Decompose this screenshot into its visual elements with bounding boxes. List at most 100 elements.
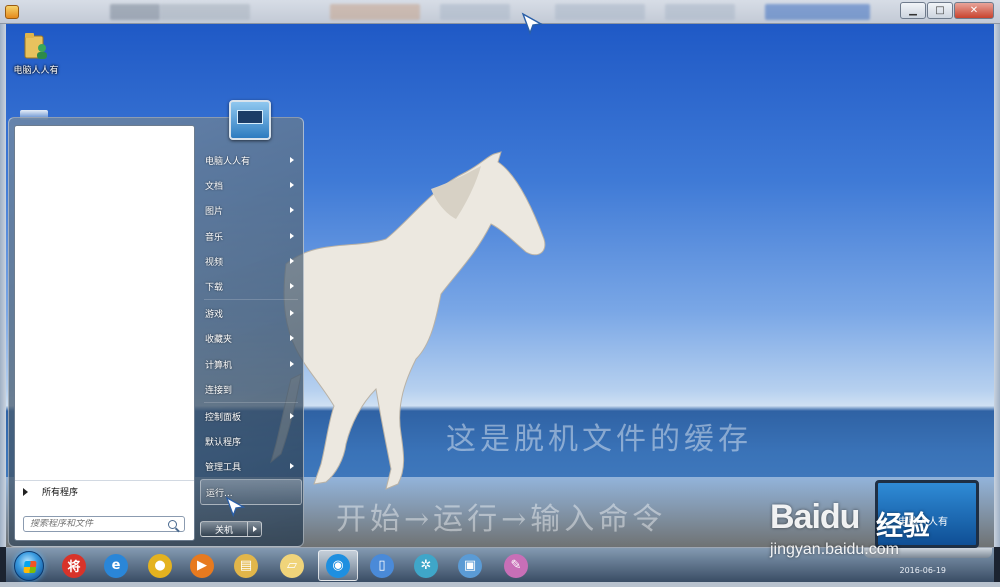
all-programs-label: 所有程序: [42, 488, 79, 498]
menu-item-label: 默认程序: [205, 438, 242, 449]
arrow-right-icon: [23, 487, 28, 496]
user-folder-icon: [23, 30, 49, 60]
app-icon: [5, 4, 19, 19]
desktop-icon-user-folder[interactable]: 电脑人人有: [6, 30, 66, 76]
chevron-right-icon: [290, 257, 294, 264]
menu-item-label: 收藏夹: [205, 335, 233, 346]
blurred-tab[interactable]: [765, 4, 870, 20]
shutdown-button[interactable]: 关机: [200, 521, 248, 537]
window-frame-right: [994, 24, 1000, 547]
blurred-tab[interactable]: [160, 4, 250, 20]
taskbar-button[interactable]: ▯: [362, 550, 402, 581]
screen: ▁ □ ✕ 这是脱机文件的缓存 开始→运行→输入命令 电脑人人有 所有程序 搜索…: [0, 0, 1000, 587]
menu-item-label: 视频: [205, 257, 224, 268]
menu-item-label: 游戏: [205, 310, 224, 321]
menu-item-label: 计算机: [205, 360, 233, 371]
programs-pane: 所有程序: [14, 125, 195, 541]
all-programs-item[interactable]: 所有程序: [15, 480, 194, 502]
blurred-tab[interactable]: [555, 4, 645, 20]
menu-item-label: 控制面板: [205, 412, 242, 423]
start-menu: 所有程序 电脑人人有 文档 图片 音乐 视频 下载 游戏 收藏夹 计算机 连接到…: [8, 117, 304, 547]
menu-item-label: 管理工具: [205, 463, 242, 474]
menu-item-run[interactable]: 运行...: [200, 479, 302, 505]
menu-item-games[interactable]: 游戏: [200, 301, 302, 326]
maximize-button[interactable]: □: [927, 2, 953, 19]
taskbar-button[interactable]: ●: [140, 550, 180, 581]
watermark-line-2: 开始→运行→输入命令: [336, 502, 667, 537]
paint-icon: ✎: [504, 553, 528, 578]
desktop-icon-label: 电脑人人有: [13, 66, 59, 76]
start-search-box[interactable]: [23, 516, 185, 532]
chevron-right-icon: [290, 463, 294, 470]
taskbar-button[interactable]: 将: [54, 550, 94, 581]
media-player-icon: ▶: [190, 553, 214, 578]
taskbar-button[interactable]: ◉: [318, 550, 358, 581]
mouse-pointer-icon: [521, 12, 544, 36]
remote-desktop-icon: ▣: [458, 553, 482, 578]
menu-item-label: 图片: [205, 207, 224, 218]
menu-item-favorites[interactable]: 收藏夹: [200, 326, 302, 351]
chevron-right-icon: [290, 157, 294, 163]
menu-item-documents[interactable]: 文档: [200, 173, 302, 198]
menu-item-label: 文档: [205, 182, 224, 193]
close-button[interactable]: ✕: [954, 2, 994, 19]
host-window-titlebar[interactable]: ▁ □ ✕: [0, 0, 1000, 24]
chevron-right-icon: [290, 360, 294, 367]
taskbar-button[interactable]: ▤: [226, 550, 266, 581]
start-menu-right-pane: 电脑人人有 文档 图片 音乐 视频 下载 游戏 收藏夹 计算机 连接到 控制面板…: [200, 148, 302, 505]
menu-item-pictures[interactable]: 图片: [200, 198, 302, 223]
baidu-logo-text: Baidu: [770, 498, 860, 536]
search-input[interactable]: [24, 519, 164, 529]
search-icon[interactable]: [168, 519, 177, 529]
chinese-chess-icon: 将: [62, 553, 86, 578]
file-explorer-icon: ▤: [234, 553, 258, 578]
mouse-pointer-icon: [225, 496, 246, 518]
menu-item-admin-tools[interactable]: 管理工具: [200, 454, 302, 479]
user-picture-icon: [237, 110, 263, 124]
chrome-icon: ●: [148, 553, 172, 578]
chevron-right-icon: [290, 335, 294, 342]
windows-logo-icon: [23, 561, 37, 573]
menu-item-label: 连接到: [205, 385, 233, 396]
chevron-right-icon: [252, 526, 257, 532]
menu-item-default-programs[interactable]: 默认程序: [200, 429, 302, 454]
blurred-tab[interactable]: [665, 4, 735, 20]
start-button[interactable]: [14, 551, 44, 581]
taskbar-button[interactable]: ✲: [406, 550, 446, 581]
jingyan-logo-text: 经验: [876, 511, 930, 542]
document-icon: ▯: [370, 553, 394, 578]
jingyan-url: jingyan.baidu.com: [770, 541, 899, 558]
taskbar-button[interactable]: ▱: [272, 550, 312, 581]
pinwheel-icon: ✲: [414, 553, 438, 578]
folder-icon: ▱: [280, 553, 304, 578]
menu-item-videos[interactable]: 视频: [200, 249, 302, 274]
menu-item-computer[interactable]: 计算机: [200, 352, 302, 377]
shutdown-control: 关机: [200, 521, 264, 537]
window-controls: ▁ □ ✕: [900, 2, 994, 19]
menu-item-control-panel[interactable]: 控制面板: [200, 404, 302, 429]
blurred-tab[interactable]: [330, 4, 420, 20]
menu-item-user[interactable]: 电脑人人有: [200, 148, 302, 173]
chevron-right-icon: [290, 182, 294, 189]
blurred-tab[interactable]: [440, 4, 510, 20]
watermark-line-1: 这是脱机文件的缓存: [446, 422, 752, 457]
browser-360-icon: ◉: [326, 553, 350, 578]
taskbar-button[interactable]: ▶: [182, 550, 222, 581]
taskbar-button[interactable]: ✎: [496, 550, 536, 581]
blurred-tab[interactable]: [110, 4, 160, 20]
chevron-right-icon: [290, 412, 294, 419]
baidu-jingyan-watermark: 电脑人人有 Baidu 经验 jingyan.baidu.com: [760, 478, 996, 568]
user-account-tile[interactable]: [229, 100, 271, 140]
taskbar-button[interactable]: e: [96, 550, 136, 581]
menu-item-label: 音乐: [205, 232, 224, 243]
window-bottom-border: [0, 582, 1000, 587]
shutdown-options-button[interactable]: [248, 521, 262, 537]
chevron-right-icon: [290, 282, 294, 289]
menu-item-connect-to[interactable]: 连接到: [200, 377, 302, 402]
taskbar-button[interactable]: ▣: [450, 550, 490, 581]
menu-item-downloads[interactable]: 下载: [200, 274, 302, 299]
minimize-button[interactable]: ▁: [900, 2, 926, 19]
chevron-right-icon: [290, 310, 294, 317]
menu-item-music[interactable]: 音乐: [200, 224, 302, 249]
menu-item-label: 下载: [205, 283, 224, 294]
